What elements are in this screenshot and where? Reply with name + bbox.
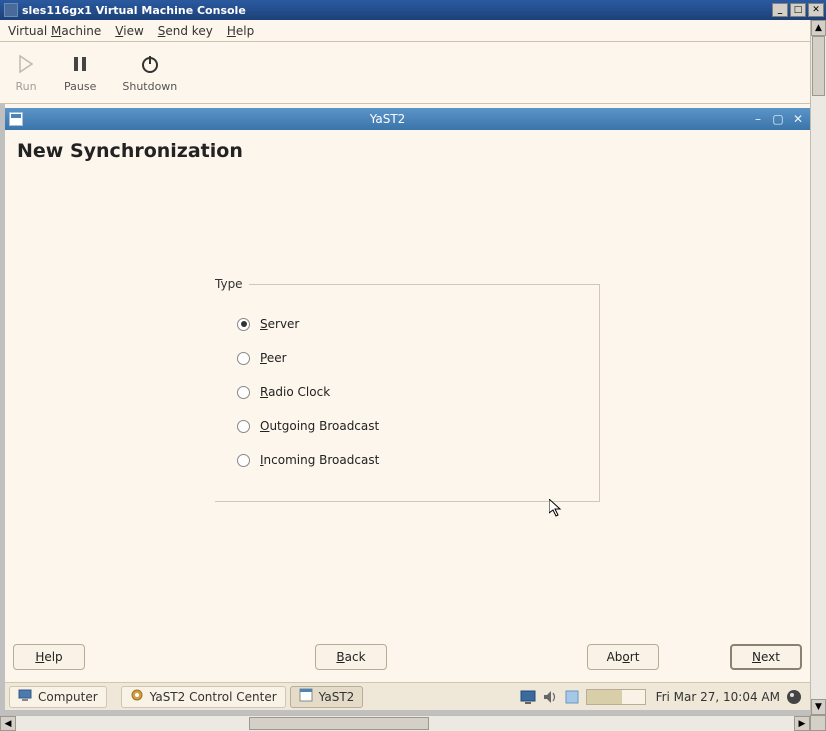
system-tray: Fri Mar 27, 10:04 AM [516, 689, 806, 705]
radio-icon [237, 420, 250, 433]
help-button[interactable]: Help [13, 644, 85, 670]
run-button: Run [14, 52, 38, 93]
scroll-corner [810, 715, 826, 731]
outer-window-title: sles116gx1 Virtual Machine Console [22, 4, 246, 17]
yast-window: YaST2 – ▢ ✕ New Synchronization Type Ser… [5, 108, 810, 680]
shutdown-label: Shutdown [122, 80, 177, 93]
cpu-meter [586, 689, 646, 705]
close-button[interactable]: ✕ [808, 3, 824, 17]
shutdown-button[interactable]: Shutdown [122, 52, 177, 93]
computer-label: Computer [38, 690, 98, 704]
scroll-thumb[interactable] [812, 36, 825, 96]
display-icon[interactable] [520, 689, 536, 705]
window-list-icon[interactable] [564, 689, 580, 705]
outer-horizontal-scrollbar[interactable]: ◀ ▶ [0, 715, 810, 731]
computer-menu-button[interactable]: Computer [9, 686, 107, 708]
menu-virtual-machine[interactable]: Virtual Machine [8, 24, 101, 38]
clock: Fri Mar 27, 10:04 AM [656, 690, 780, 704]
radio-label: Radio Clock [260, 385, 330, 399]
radio-outgoing-broadcast[interactable]: Outgoing Broadcast [237, 409, 581, 443]
pause-label: Pause [64, 80, 96, 93]
scroll-down-icon[interactable]: ▼ [811, 699, 826, 715]
type-group: Type Server Peer Radio Clock Outgoing Br… [215, 284, 600, 502]
inner-minimize-button[interactable]: – [750, 112, 766, 126]
yast-title: YaST2 [29, 112, 746, 126]
radio-label: Incoming Broadcast [260, 453, 379, 467]
radio-icon [237, 386, 250, 399]
abort-button[interactable]: Abort [587, 644, 659, 670]
computer-icon [18, 688, 32, 705]
radio-label: Server [260, 317, 299, 331]
task-yast-control-center[interactable]: YaST2 Control Center [121, 686, 286, 708]
menu-view[interactable]: View [115, 24, 143, 38]
back-button[interactable]: Back [315, 644, 387, 670]
run-label: Run [15, 80, 36, 93]
pause-icon [68, 52, 92, 76]
radio-icon [237, 318, 250, 331]
task-label: YaST2 [319, 690, 355, 704]
minimize-button[interactable]: _ [772, 3, 788, 17]
radio-label: Outgoing Broadcast [260, 419, 379, 433]
app-icon [4, 3, 18, 17]
play-icon [14, 52, 38, 76]
wizard-buttons: Help Back Abort Next [13, 644, 802, 670]
pause-button[interactable]: Pause [64, 52, 96, 93]
maximize-button[interactable]: □ [790, 3, 806, 17]
gear-icon [130, 688, 144, 705]
volume-icon[interactable] [542, 689, 558, 705]
radio-label: Peer [260, 351, 287, 365]
page-title: New Synchronization [17, 140, 798, 162]
vm-menubar: Virtual Machine View Send key Help [0, 20, 826, 42]
vm-toolbar: Run Pause Shutdown [0, 42, 826, 104]
scroll-right-icon[interactable]: ▶ [794, 716, 810, 731]
radio-peer[interactable]: Peer [237, 341, 581, 375]
radio-icon [237, 454, 250, 467]
inner-close-button[interactable]: ✕ [790, 112, 806, 126]
radio-icon [237, 352, 250, 365]
power-icon [138, 52, 162, 76]
window-icon [9, 112, 23, 126]
scroll-thumb[interactable] [249, 717, 429, 730]
inner-maximize-button[interactable]: ▢ [770, 112, 786, 126]
type-group-label: Type [215, 277, 249, 291]
window-icon [299, 688, 313, 705]
task-yast2[interactable]: YaST2 [290, 686, 364, 708]
next-button[interactable]: Next [730, 644, 802, 670]
radio-radio-clock[interactable]: Radio Clock [237, 375, 581, 409]
scroll-left-icon[interactable]: ◀ [0, 716, 16, 731]
radio-incoming-broadcast[interactable]: Incoming Broadcast [237, 443, 581, 477]
outer-window-titlebar: sles116gx1 Virtual Machine Console _ □ ✕ [0, 0, 826, 20]
yast-titlebar: YaST2 – ▢ ✕ [5, 108, 810, 130]
radio-server[interactable]: Server [237, 307, 581, 341]
outer-vertical-scrollbar[interactable]: ▲ ▼ [810, 20, 826, 715]
scroll-up-icon[interactable]: ▲ [811, 20, 826, 36]
guest-taskbar: Computer YaST2 Control Center YaST2 [5, 682, 810, 710]
menu-send-key[interactable]: Send key [158, 24, 213, 38]
vm-desktop: YaST2 – ▢ ✕ New Synchronization Type Ser… [5, 104, 810, 710]
yast-content: New Synchronization Type Server Peer Rad… [5, 130, 810, 680]
menu-help[interactable]: Help [227, 24, 254, 38]
suse-icon[interactable] [786, 689, 802, 705]
task-label: YaST2 Control Center [150, 690, 277, 704]
